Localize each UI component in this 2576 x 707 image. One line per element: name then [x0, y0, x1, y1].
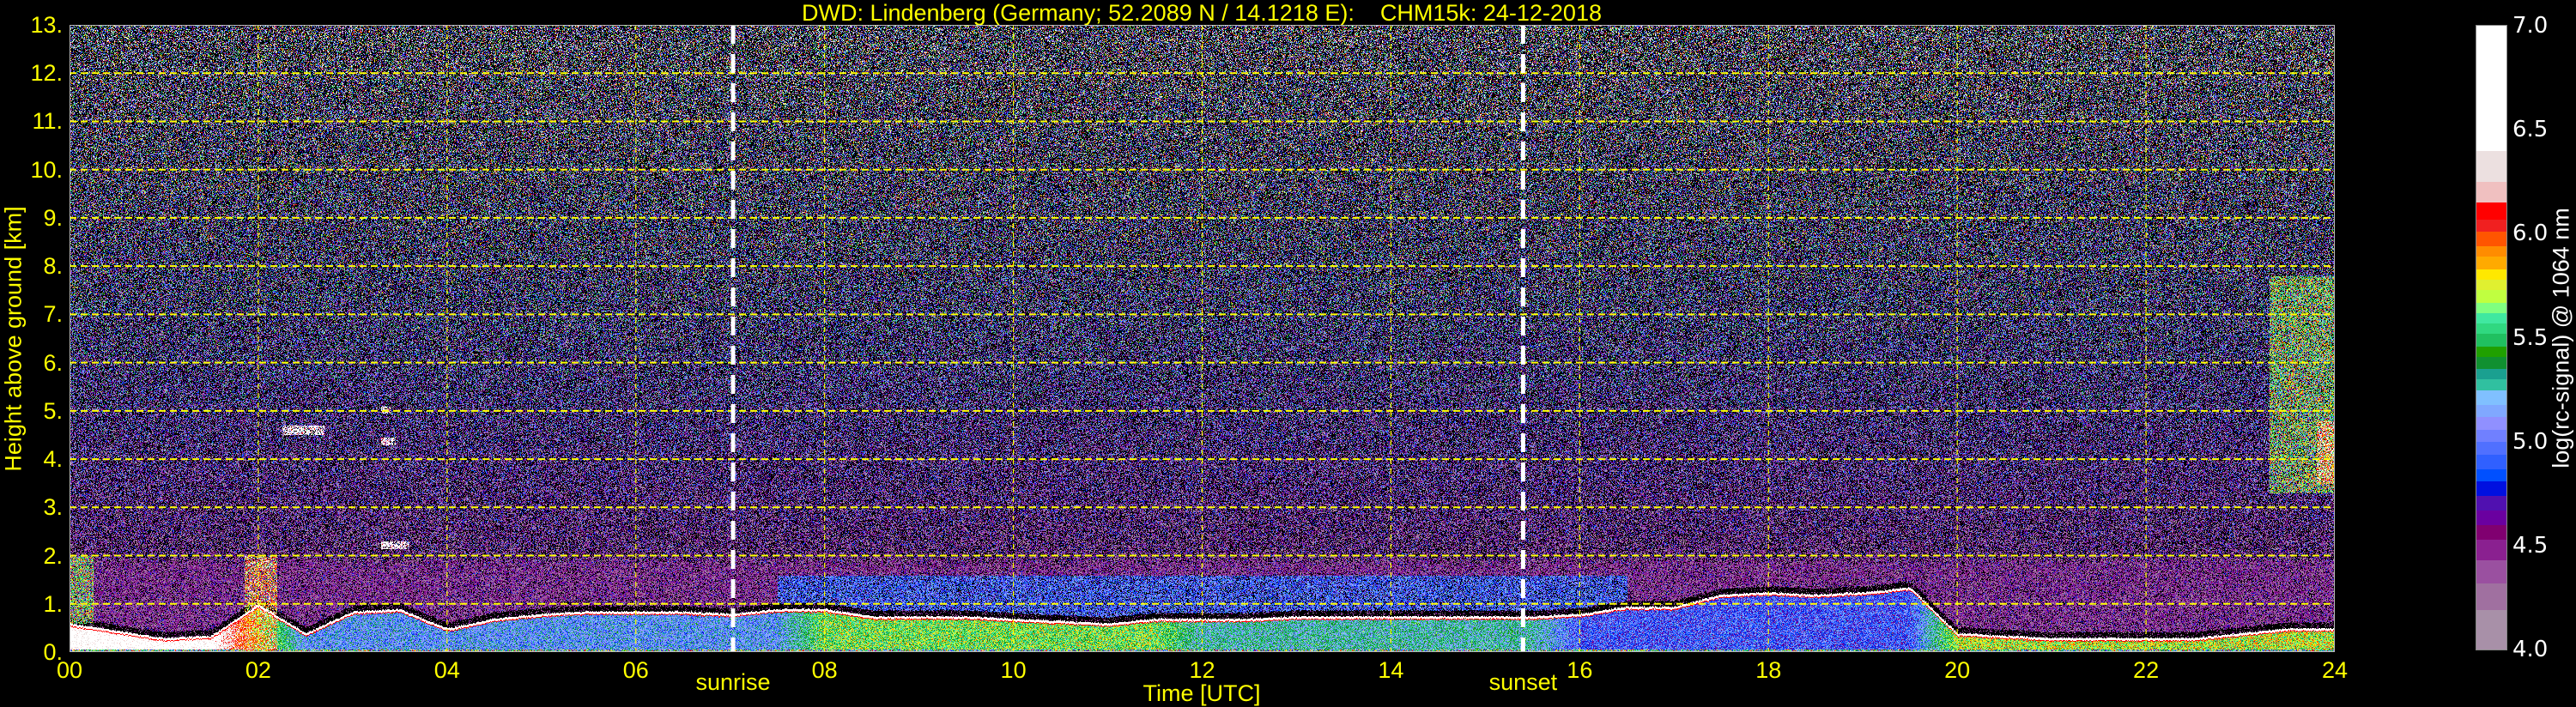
colorbar-segment: [2476, 356, 2506, 370]
x-tick-label: 00: [56, 657, 83, 683]
y-tick-label: 2.: [43, 542, 63, 569]
colorbar-tick-label: 5.5: [2512, 324, 2549, 351]
colorbar-segment: [2476, 256, 2506, 270]
colorbar-segment: [2476, 333, 2506, 347]
colorbar-segment: [2476, 231, 2506, 247]
y-tick-label: 12.: [30, 60, 63, 87]
colorbar-tick-label: 4.5: [2512, 532, 2549, 559]
colorbar-segment: [2476, 609, 2506, 650]
y-tick-label: 7.: [43, 301, 63, 328]
colorbar-segment: [2476, 269, 2506, 281]
x-tick-label: 22: [2133, 657, 2160, 683]
y-tick-label: 8.: [43, 253, 63, 280]
colorbar-segment: [2476, 539, 2506, 561]
colorbar-segment: [2476, 404, 2506, 418]
colorbar-segment: [2476, 279, 2506, 291]
y-tick-label: 11.: [32, 108, 63, 135]
chart-title: DWD: Lindenberg (Germany; 52.2089 N / 14…: [802, 0, 1602, 26]
colorbar-segment: [2476, 495, 2506, 511]
x-tick-label: 08: [811, 657, 838, 683]
x-tick-label: 20: [1944, 657, 1971, 683]
y-tick-label: 4.: [43, 446, 63, 473]
x-tick-label: 12: [1189, 657, 1215, 683]
colorbar-segment: [2476, 441, 2506, 455]
plot-overlay: [70, 25, 2335, 652]
sunset-label: sunset: [1488, 669, 1558, 695]
colorbar-segment: [2476, 181, 2506, 203]
colorbar-segment: [2476, 524, 2506, 541]
colorbar-segment: [2476, 429, 2506, 443]
y-tick-label: 3.: [43, 494, 63, 521]
colorbar-segment: [2476, 416, 2506, 430]
colorbar-segment: [2476, 26, 2506, 151]
x-tick-label: 16: [1567, 657, 1593, 683]
x-tick-label: 18: [1755, 657, 1782, 683]
y-tick-label: 9.: [43, 204, 63, 231]
x-tick-label: 14: [1378, 657, 1404, 683]
colorbar-segment: [2476, 219, 2506, 233]
colorbar-segment: [2476, 245, 2506, 257]
colorbar-tick-label: 7.0: [2512, 13, 2549, 39]
colorbar-segment: [2476, 368, 2506, 380]
colorbar-tick-label: 6.0: [2512, 221, 2549, 247]
x-tick-label: 04: [433, 657, 460, 683]
y-tick-label: 6.: [43, 349, 63, 376]
colorbar-tick-label: 4.0: [2512, 637, 2549, 662]
colorbar-tick-label: 5.0: [2512, 428, 2549, 455]
y-tick-label: 5.: [43, 397, 63, 424]
colorbar-segment: [2476, 323, 2506, 335]
colorbar-segment: [2476, 312, 2506, 324]
sunrise-label: sunrise: [695, 669, 771, 695]
x-tick-label: 06: [622, 657, 649, 683]
x-tick-label: 10: [1000, 657, 1027, 683]
colorbar-segment: [2476, 583, 2506, 611]
colorbar-segment: [2476, 480, 2506, 497]
colorbar-segment: [2476, 454, 2506, 469]
colorbar-segment: [2476, 468, 2506, 482]
colorbar-segment: [2476, 390, 2506, 405]
colorbar: [2476, 25, 2507, 650]
plot-area: [70, 25, 2335, 652]
colorbar-label: log(rc-signal) @ 1064 nm: [2548, 208, 2574, 468]
y-tick-label: 1.: [43, 590, 63, 617]
y-axis-label: Height above ground [km]: [0, 206, 27, 472]
colorbar-segment: [2476, 150, 2506, 183]
colorbar-segment: [2476, 302, 2506, 313]
colorbar-segment: [2476, 202, 2506, 220]
x-tick-label: 02: [245, 657, 271, 683]
colorbar-segment: [2476, 378, 2506, 390]
colorbar-segment: [2476, 559, 2506, 583]
y-tick-label: 13.: [30, 12, 63, 38]
colorbar-segment: [2476, 346, 2506, 357]
y-tick-label: 10.: [30, 156, 63, 183]
colorbar-segment: [2476, 289, 2506, 303]
colorbar-segment: [2476, 510, 2506, 526]
x-axis-label: Time [UTC]: [1143, 680, 1261, 706]
x-tick-label: 24: [2321, 657, 2349, 683]
colorbar-tick-label: 6.5: [2512, 117, 2549, 143]
